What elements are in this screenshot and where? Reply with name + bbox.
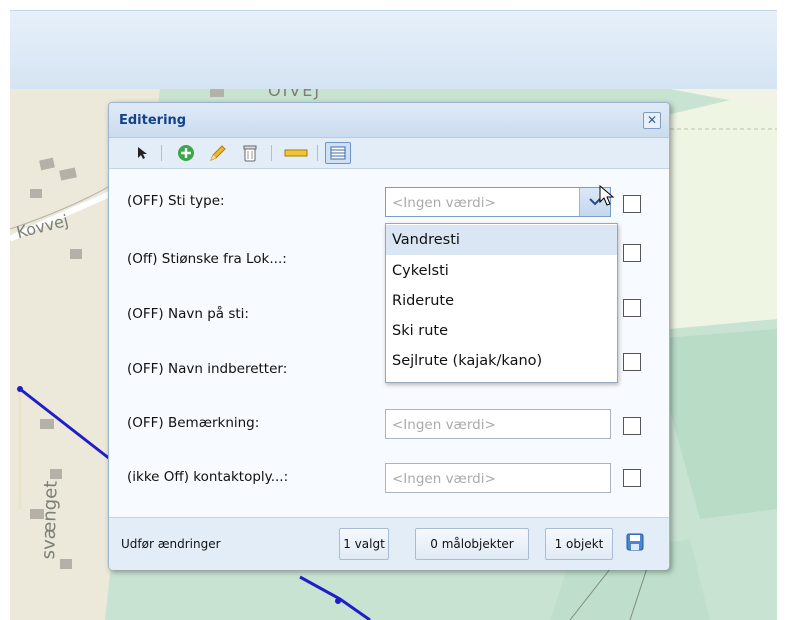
kontaktoply-input[interactable]: <Ingen værdi> (385, 463, 611, 493)
checkbox-bemaerkning[interactable] (623, 417, 641, 435)
map-label-top: OIVEJ (268, 89, 322, 100)
checkbox-kontaktoply[interactable] (623, 469, 641, 487)
bemaerkning-input[interactable]: <Ingen værdi> (385, 409, 611, 439)
selected-count-button[interactable]: 1 valgt (339, 528, 389, 560)
checkbox-sti-type[interactable] (623, 195, 641, 213)
measure-ruler-icon[interactable] (283, 142, 309, 164)
save-icon[interactable] (626, 533, 644, 551)
dialog-header: Editering ✕ (109, 103, 669, 138)
field-label-navn-pa-sti: (OFF) Navn på sti: (127, 306, 249, 322)
sti-type-value: <Ingen værdi> (392, 195, 496, 211)
dialog-title: Editering (119, 113, 187, 128)
edit-toolbar (109, 138, 669, 169)
checkbox-navn-indberetter[interactable] (623, 353, 641, 371)
sti-type-options-list: Vandresti Cykelsti Riderute Ski rute Sej… (385, 223, 618, 383)
add-feature-icon[interactable] (175, 142, 197, 164)
edit-pencil-icon[interactable] (207, 142, 229, 164)
close-button[interactable]: ✕ (643, 112, 661, 129)
delete-bin-icon[interactable] (239, 142, 261, 164)
target-objects-button[interactable]: 0 målobjekter (415, 528, 529, 560)
dropdown-option[interactable]: Ski rute (386, 316, 617, 346)
top-toolbar-area (10, 10, 777, 90)
dropdown-option[interactable]: Cykelsti (386, 256, 617, 286)
field-label-navn-indberetter: (OFF) Navn indberetter: (127, 361, 288, 377)
checkbox-navn-pa-sti[interactable] (623, 299, 641, 317)
dropdown-option[interactable]: Sejlrute (kajak/kano) (386, 346, 617, 376)
pointer-icon[interactable] (133, 142, 151, 164)
sti-type-dropdown[interactable]: <Ingen værdi> (385, 187, 611, 217)
field-label-stionske: (Off) Stiønske fra Lok...: (127, 251, 287, 267)
dropdown-option[interactable]: Vandresti (386, 225, 617, 255)
attribute-table-icon[interactable] (325, 142, 351, 164)
apply-changes-label: Udfør ændringer (121, 537, 221, 551)
mouse-cursor-icon (599, 184, 615, 211)
checkbox-stionske[interactable] (623, 244, 641, 262)
field-label-sti-type: (OFF) Sti type: (127, 193, 225, 209)
dialog-footer: Udfør ændringer 1 valgt 0 målobjekter 1 … (109, 517, 669, 570)
dropdown-option[interactable]: Riderute (386, 286, 617, 316)
object-count-button[interactable]: 1 objekt (545, 528, 613, 560)
editing-dialog: Editering ✕ (OFF) Sti type: <Ingen værdi… (108, 102, 670, 570)
field-label-bemaerkning: (OFF) Bemærkning: (127, 415, 260, 431)
field-label-kontaktoply: (ikke Off) kontaktoply...: (127, 469, 289, 485)
map-label-svaenget: svænget (38, 480, 62, 560)
